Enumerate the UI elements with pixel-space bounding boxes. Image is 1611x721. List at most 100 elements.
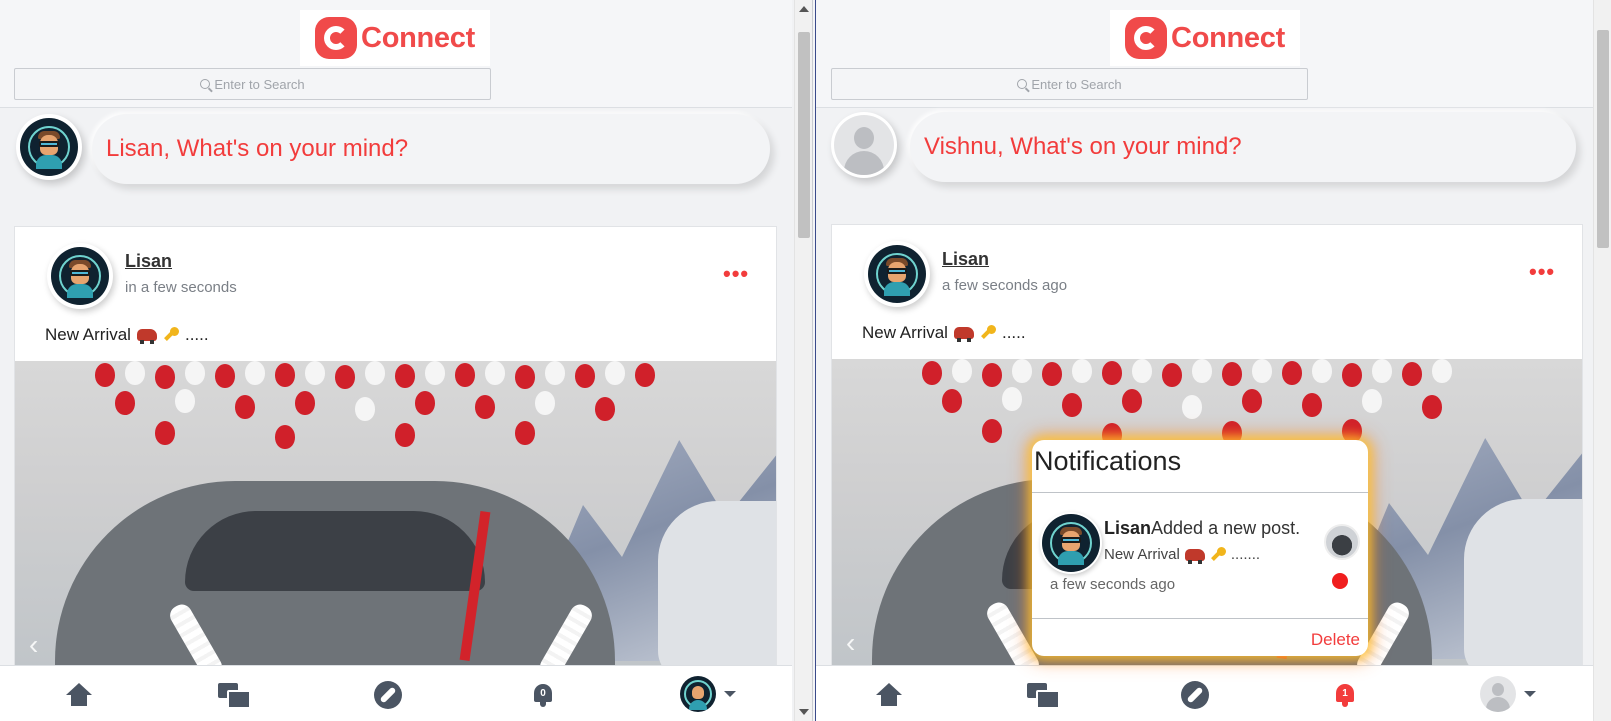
car-emoji-icon (1184, 548, 1205, 564)
notification-avatar[interactable] (1040, 512, 1102, 574)
post-avatar[interactable] (47, 243, 113, 309)
post-author[interactable]: Lisan (942, 249, 989, 270)
notification-preview-suffix: ....... (1230, 546, 1261, 563)
logo-icon (315, 17, 358, 59)
nav-notifications[interactable]: 0 (528, 680, 558, 710)
notifications-title: Notifications (1034, 446, 1182, 476)
bottom-nav: 1 (816, 665, 1594, 721)
avatar (20, 118, 78, 176)
chevron-down-icon (724, 691, 736, 697)
notification-message: LisanAdded a new post. (1104, 518, 1300, 539)
post-menu-button[interactable]: ••• (1529, 261, 1555, 283)
post-card: Lisan in a few seconds ••• New Arrival .… (14, 226, 777, 672)
divider (1032, 492, 1368, 493)
compass-icon (374, 681, 402, 709)
composer-avatar[interactable] (16, 114, 82, 180)
scroll-up-icon[interactable] (799, 6, 809, 12)
search-placeholder: Enter to Search (214, 76, 305, 92)
notification-count: 0 (540, 688, 546, 699)
scrollbar[interactable] (1593, 0, 1611, 721)
scroll-thumb[interactable] (798, 32, 810, 238)
unread-dot-icon (1332, 573, 1348, 589)
search-icon (1017, 79, 1028, 89)
header: Connect Enter to Search (816, 0, 1598, 108)
left-window: Connect Enter to Search Lisan, What's on… (0, 0, 813, 721)
key-emoji-icon (163, 327, 179, 343)
divider (1032, 618, 1368, 619)
key-emoji-icon (980, 325, 996, 341)
side-car (658, 501, 776, 671)
avatar (1480, 676, 1516, 712)
carousel-prev-icon[interactable]: ‹ (846, 627, 855, 659)
post-image[interactable]: ‹ (15, 361, 776, 671)
avatar (1042, 514, 1100, 572)
composer-prompt: Lisan, What's on your mind? (106, 135, 409, 162)
nav-profile[interactable] (1480, 676, 1536, 712)
search-icon (200, 79, 211, 89)
notification-action: Added a new post. (1151, 518, 1301, 538)
search-input[interactable]: Enter to Search (831, 68, 1308, 100)
chat-icon (1027, 683, 1060, 709)
side-car (1464, 499, 1582, 671)
notification-post-thumbnail[interactable] (1324, 524, 1360, 560)
post-text-content: New Arrival (45, 325, 131, 344)
search-placeholder: Enter to Search (1031, 76, 1122, 92)
app-logo[interactable]: Connect (1110, 10, 1300, 66)
post-time: in a few seconds (125, 279, 237, 296)
search-input[interactable]: Enter to Search (14, 68, 491, 100)
post-text-content: New Arrival (862, 323, 948, 342)
notification-preview: New Arrival ....... (1104, 546, 1261, 564)
nav-profile[interactable] (680, 676, 736, 712)
post-text: New Arrival ..... (45, 325, 209, 345)
nav-explore[interactable] (373, 680, 403, 710)
car-windshield (185, 511, 485, 591)
composer-input[interactable]: Lisan, What's on your mind? (92, 114, 770, 184)
logo-text: Connect (1171, 21, 1285, 54)
post-author[interactable]: Lisan (125, 251, 172, 272)
header: Connect Enter to Search (0, 0, 792, 108)
bell-icon: 0 (532, 682, 554, 708)
chat-icon (218, 683, 251, 709)
compass-icon (1181, 681, 1209, 709)
avatar (834, 115, 894, 175)
post-menu-button[interactable]: ••• (723, 263, 749, 285)
post-avatar[interactable] (864, 241, 930, 307)
scroll-thumb[interactable] (1597, 30, 1609, 248)
post-text: New Arrival ..... (862, 323, 1026, 343)
home-icon (876, 683, 902, 707)
key-emoji-icon (1210, 546, 1226, 563)
logo-text: Connect (361, 21, 475, 54)
chevron-down-icon (1524, 691, 1536, 697)
home-icon (66, 683, 92, 707)
nav-messages[interactable] (1027, 680, 1060, 710)
bell-icon: 1 (1334, 682, 1356, 708)
notification-count: 1 (1342, 688, 1348, 699)
delete-button[interactable]: Delete (1311, 630, 1360, 650)
avatar (51, 247, 109, 305)
carousel-prev-icon[interactable]: ‹ (29, 629, 38, 661)
bottom-nav: 0 (0, 665, 792, 721)
post-text-suffix: ..... (184, 325, 209, 344)
post-text-suffix: ..... (1001, 323, 1026, 342)
composer-prompt: Vishnu, What's on your mind? (924, 133, 1242, 160)
app-logo[interactable]: Connect (300, 10, 490, 66)
scrollbar[interactable] (794, 0, 812, 721)
nav-messages[interactable] (218, 680, 251, 710)
logo-icon (1125, 17, 1168, 59)
nav-explore[interactable] (1180, 680, 1210, 710)
avatar (680, 676, 716, 712)
avatar (868, 245, 926, 303)
notification-time: a few seconds ago (1050, 576, 1176, 593)
notification-actor: Lisan (1104, 518, 1152, 538)
nav-home[interactable] (64, 680, 94, 710)
car-emoji-icon (953, 327, 974, 342)
composer-input[interactable]: Vishnu, What's on your mind? (910, 112, 1576, 182)
composer-avatar[interactable] (831, 112, 897, 178)
post-time: a few seconds ago (942, 277, 1068, 294)
notification-preview-text: New Arrival (1104, 546, 1180, 563)
nav-home[interactable] (874, 680, 904, 710)
scroll-down-icon[interactable] (799, 709, 809, 715)
car-emoji-icon (136, 329, 157, 344)
nav-notifications[interactable]: 1 (1330, 680, 1360, 710)
notifications-popover: Notifications LisanAdded a new post. New… (1032, 440, 1368, 656)
